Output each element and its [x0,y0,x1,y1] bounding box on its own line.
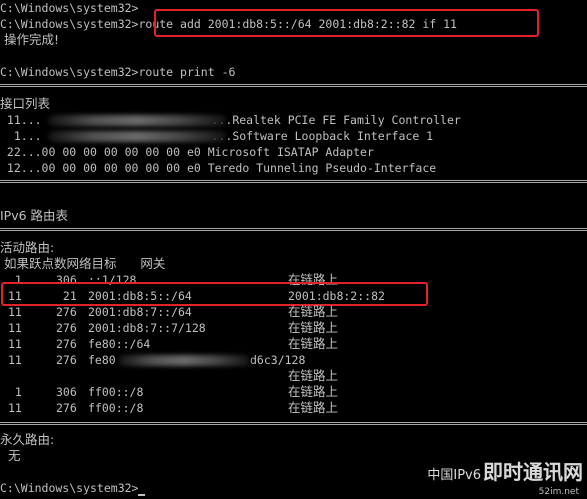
interface-list-header: 接口列表 [0,96,51,111]
watermark-url: 52im.net [538,487,579,497]
redacted-mac-blur [48,131,226,142]
route-column-header: 如果跃点数网络目标 网关 [0,256,166,271]
persistent-routes-header: 永久路由: [0,432,55,447]
active-routes-header: 活动路由: [0,240,55,255]
redacted-mac-blur [48,115,226,126]
interface-row: 22...00 00 00 00 00 00 00 e0 Microsoft I… [0,145,374,159]
separator-line [0,422,587,425]
watermark-logo: 中国IPv6 即时通讯网 [427,460,583,484]
text-cursor [138,494,146,496]
redacted-address-blur [118,355,250,366]
separator-line [0,180,587,183]
separator-line [0,84,587,87]
separator-line [0,228,587,231]
operation-complete-text: 操作完成! [3,32,59,47]
prompt-line: C:\Windows\system32> [0,1,139,15]
ipv6-route-table-header: IPv6 路由表 [0,208,69,223]
new-route-highlight-box [1,282,428,306]
console-window[interactable]: C:\Windows\system32> C:\Windows\system32… [0,0,587,499]
route-print-command-line: C:\Windows\system32>route print -6 [0,65,236,79]
route-add-highlight-box [154,9,539,37]
interface-row: 12...00 00 00 00 00 00 00 e0 Teredo Tunn… [0,161,437,175]
persistent-routes-none: 无 [0,448,21,463]
final-prompt-line[interactable]: C:\Windows\system32> [0,480,146,496]
